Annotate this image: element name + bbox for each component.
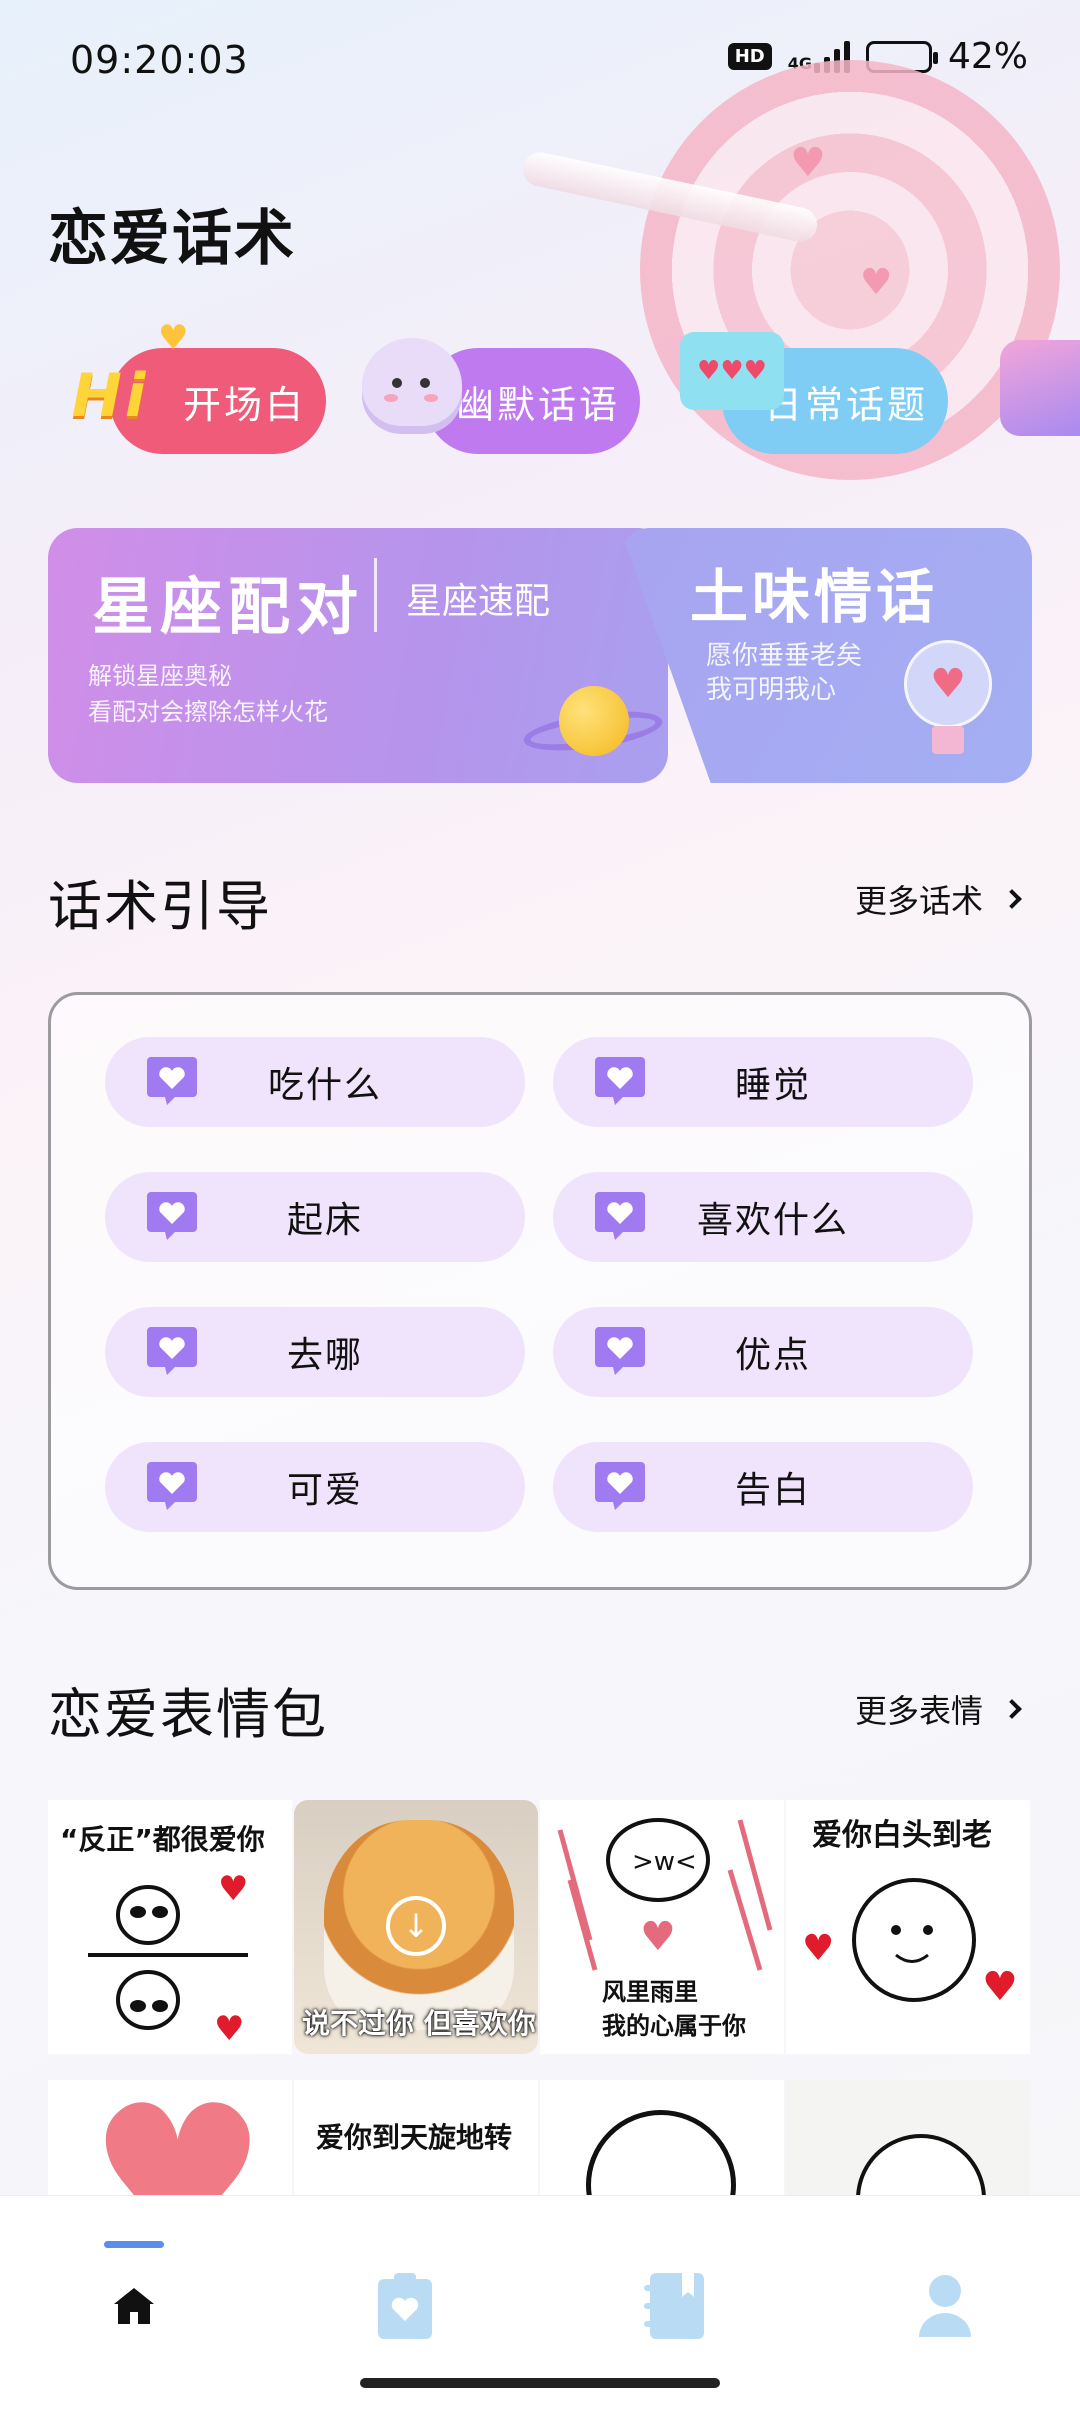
- category-label: 日常话题: [763, 382, 928, 427]
- sticker-figure: ♥ ♥: [802, 1878, 1018, 2010]
- guide-item[interactable]: 去哪: [105, 1307, 525, 1397]
- more-stickers-link[interactable]: 更多表情: [855, 1686, 1022, 1732]
- heart-sticker: ♥: [88, 2080, 267, 2195]
- guide-item[interactable]: 喜欢什么: [553, 1172, 973, 1262]
- guide-item[interactable]: 可爱: [105, 1442, 525, 1532]
- cheesy-love-card[interactable]: 土味情话 愿你垂垂老矣 我可明我心 ♥: [620, 528, 1032, 783]
- user-icon: [919, 2275, 971, 2337]
- sticker-caption: 风里雨里: [602, 1978, 698, 2006]
- heart-chat-icon: [595, 1192, 645, 1240]
- stickers-section-title: 恋爱表情包: [48, 1683, 328, 1746]
- heart-chat-icon: [595, 1327, 645, 1375]
- more-guide-label: 更多话术: [855, 882, 984, 920]
- guide-item[interactable]: 吃什么: [105, 1037, 525, 1127]
- svg-text:>w<: >w<: [632, 1847, 697, 1877]
- planet-icon: [521, 678, 665, 778]
- ghost-icon: [362, 338, 462, 434]
- heart-chat-icon: [147, 1462, 197, 1510]
- card-title: 星座配对: [92, 570, 365, 643]
- sticker-item[interactable]: >w< ♥ 风里雨里 我的心属于你: [540, 1800, 784, 2054]
- card-subtitle: 解锁星座奥秘: [88, 662, 232, 690]
- sticker-item[interactable]: “反正”都很爱你 ♥ ♥: [48, 1800, 292, 2054]
- card-title: 土味情话: [690, 563, 939, 631]
- home-indicator: [360, 2378, 720, 2388]
- guide-item[interactable]: 告白: [553, 1442, 973, 1532]
- svg-text:♥: ♥: [982, 1964, 1018, 2010]
- category-label: 幽默话语: [455, 382, 620, 427]
- gift-icon: [1000, 340, 1080, 436]
- chat-bubble-icon: ♥♥♥: [680, 332, 784, 410]
- lightbulb-icon: ♥: [898, 640, 998, 760]
- heart-decoration: ♥: [790, 140, 826, 186]
- category-label: 开场白: [182, 382, 306, 427]
- guide-section-title: 话术引导: [48, 875, 272, 938]
- heart-chat-icon: [147, 1192, 197, 1240]
- card-divider: [374, 558, 377, 632]
- zodiac-card[interactable]: 星座配对 星座速配 解锁星座奥秘 看配对会擦除怎样火花: [48, 528, 668, 783]
- download-icon[interactable]: ↓: [386, 1896, 446, 1956]
- nav-library[interactable]: [615, 2246, 735, 2366]
- sticker-figure: [856, 2134, 986, 2195]
- hi-icon: Hi: [71, 361, 149, 431]
- status-time: 09:20:03: [70, 38, 249, 82]
- sticker-figure: ♥ ♥: [88, 1869, 248, 2049]
- svg-text:♥: ♥: [218, 1869, 248, 1909]
- guide-item[interactable]: 起床: [105, 1172, 525, 1262]
- sticker-item[interactable]: 爱你到天旋地转: [294, 2080, 538, 2195]
- svg-text:♥: ♥: [802, 1928, 834, 1969]
- category-opener[interactable]: Hi 开场白: [72, 348, 326, 454]
- svg-text:♥: ♥: [214, 2009, 244, 2049]
- sticker-item[interactable]: [540, 2080, 784, 2195]
- chevron-right-icon: [1002, 1699, 1022, 1719]
- heart-chat-icon: [147, 1057, 197, 1105]
- sticker-item[interactable]: ♥: [48, 2080, 292, 2195]
- guide-item[interactable]: 优点: [553, 1307, 973, 1397]
- sticker-item[interactable]: ↓ 说不过你 但喜欢你: [294, 1800, 538, 2054]
- chevron-right-icon: [1002, 889, 1022, 909]
- heart-chat-icon: [147, 1327, 197, 1375]
- sticker-caption: 爱你到天旋地转: [316, 2121, 513, 2154]
- card-tag: 星座速配: [406, 581, 551, 622]
- nav-profile[interactable]: [885, 2246, 1005, 2366]
- notebook-icon: [644, 2273, 704, 2339]
- sticker-caption: 说不过你 但喜欢你: [302, 2007, 536, 2040]
- card-subtitle: 愿你垂垂老矣: [706, 641, 863, 671]
- page-title: 恋爱话术: [48, 204, 296, 274]
- card-subtitle: 我可明我心: [706, 675, 837, 705]
- guide-item[interactable]: 睡觉: [553, 1037, 973, 1127]
- svg-text:♥: ♥: [640, 1914, 676, 1960]
- battery-percent: 42%: [947, 36, 1028, 77]
- heart-chat-icon: [595, 1462, 645, 1510]
- nav-home[interactable]: [74, 2246, 194, 2366]
- heart-decoration: ♥: [860, 262, 893, 303]
- card-subtitle: 看配对会擦除怎样火花: [88, 698, 328, 726]
- clipboard-heart-icon: [378, 2273, 432, 2339]
- sticker-item[interactable]: [786, 2080, 1030, 2195]
- more-stickers-label: 更多表情: [855, 1692, 984, 1730]
- more-guide-link[interactable]: 更多话术: [855, 876, 1022, 922]
- heart-chat-icon: [595, 1057, 645, 1105]
- hd-badge: HD: [727, 43, 772, 70]
- home-icon: [114, 2288, 154, 2324]
- nav-chats[interactable]: [345, 2246, 465, 2366]
- sticker-caption: 我的心属于你: [602, 2012, 746, 2040]
- sticker-item[interactable]: 爱你白头到老 ♥ ♥: [786, 1800, 1030, 2054]
- heart-decoration: ♥: [158, 318, 189, 358]
- sticker-figure: [586, 2110, 736, 2195]
